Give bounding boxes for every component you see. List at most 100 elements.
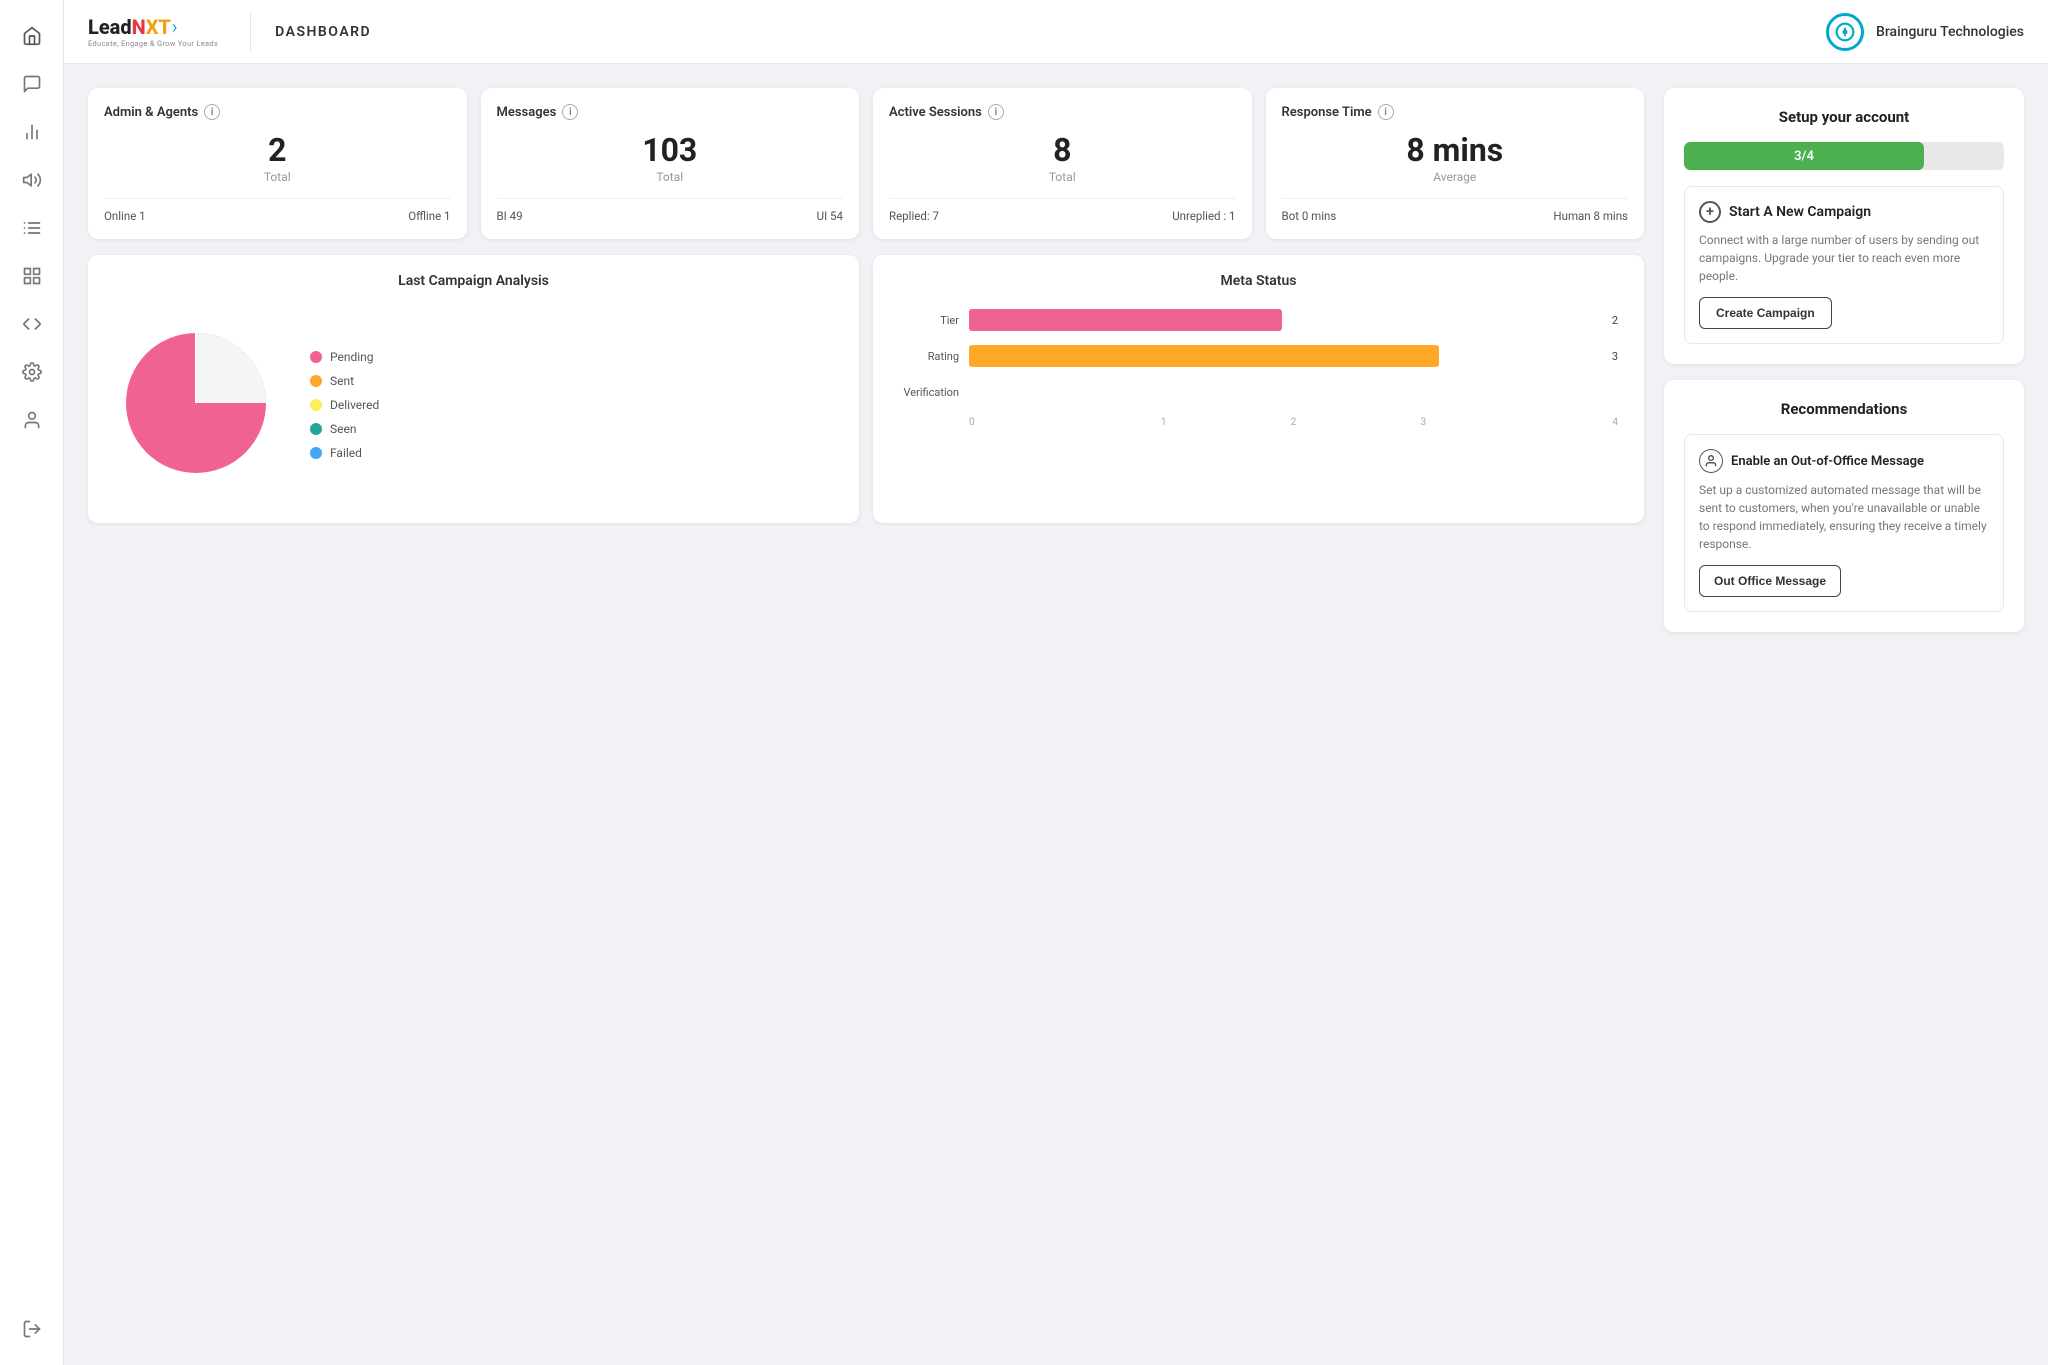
messages-label: Total [497,170,844,184]
messages-footer-left: BI 49 [497,209,523,223]
page-title: DASHBOARD [275,24,371,40]
response-time-label: Average [1282,170,1629,184]
messages-title: Messages [497,105,557,120]
response-time-card: Response Time i 8 mins Average Bot 0 min… [1266,88,1645,239]
axis-2: 2 [1229,417,1359,428]
sidebar-item-analytics[interactable] [12,112,52,152]
legend-seen-label: Seen [330,422,356,436]
bar-fill-tier [969,309,1282,331]
progress-bar-fill: 3/4 [1684,142,1924,170]
progress-bar-track: 3/4 [1684,142,2004,170]
right-panel: Setup your account 3/4 + Start A New Cam… [1664,88,2024,1341]
sidebar-item-widgets[interactable] [12,256,52,296]
bar-value-rating: 3 [1612,350,1618,363]
legend-delivered: Delivered [310,398,379,412]
active-sessions-info-icon[interactable]: i [988,104,1004,120]
legend-sent-label: Sent [330,374,354,388]
messages-number: 103 [497,134,844,166]
response-time-info-icon[interactable]: i [1378,104,1394,120]
bar-chart-container: Tier 2 Rating 3 [891,305,1626,432]
rec-description: Set up a customized automated message th… [1699,481,1989,553]
response-time-title: Response Time [1282,105,1372,120]
response-time-footer-left: Bot 0 mins [1282,209,1337,223]
axis-1: 1 [1099,417,1229,428]
bar-row-verification: Verification [899,381,1618,403]
meta-status-card: Meta Status Tier 2 Rating [873,255,1644,523]
messages-card: Messages i 103 Total BI 49 UI 54 [481,88,860,239]
charts-row: Last Campaign Analysis [88,255,1644,523]
bar-row-tier: Tier 2 [899,309,1618,331]
rec-block-title: Enable an Out-of-Office Message [1731,454,1924,469]
sidebar-item-code[interactable] [12,304,52,344]
active-sessions-title: Active Sessions [889,105,982,120]
admin-agents-label: Total [104,170,451,184]
sidebar-item-list[interactable] [12,208,52,248]
sidebar-item-chat[interactable] [12,64,52,104]
legend-failed-label: Failed [330,446,362,460]
logo: Lead N XT › Educate, Engage & Grow Your … [88,15,218,48]
logo-lead: Lead [88,15,132,39]
logo-arrow: › [172,17,177,38]
campaign-block-title: Start A New Campaign [1729,204,1871,220]
campaign-analysis-card: Last Campaign Analysis [88,255,859,523]
active-sessions-footer-left: Replied: 7 [889,209,939,223]
sidebar-item-logout[interactable] [12,1309,52,1349]
logo-n: N [132,15,146,39]
axis-4: 4 [1488,417,1618,428]
legend-pending-label: Pending [330,350,374,364]
response-time-number: 8 mins [1282,134,1629,166]
messages-footer-right: UI 54 [817,209,843,223]
messages-info-icon[interactable]: i [562,104,578,120]
sidebar-item-profile[interactable] [12,400,52,440]
bar-axis: 0 1 2 3 4 [969,417,1618,428]
pie-container: Pending Sent Delivered [106,305,841,505]
header: Lead N XT › Educate, Engage & Grow Your … [64,0,2048,64]
active-sessions-footer-right: Unreplied : 1 [1172,209,1235,223]
logo-area: Lead N XT › Educate, Engage & Grow Your … [88,15,250,48]
legend-pending: Pending [310,350,379,364]
bar-label-rating: Rating [899,350,959,363]
brand-logo-icon [1826,13,1864,51]
recommendations-card: Recommendations Enable an Out-of-Office … [1664,380,2024,632]
sidebar-item-settings[interactable] [12,352,52,392]
sidebar [0,0,64,1365]
create-campaign-button[interactable]: Create Campaign [1699,297,1832,329]
progress-text: 3/4 [1794,149,1814,164]
recommendations-title: Recommendations [1684,400,2004,418]
response-time-footer-right: Human 8 mins [1553,209,1628,223]
legend-failed: Failed [310,446,379,460]
bar-fill-rating [969,345,1439,367]
pie-legend: Pending Sent Delivered [310,350,379,460]
header-divider [250,12,251,52]
active-sessions-card: Active Sessions i 8 Total Replied: 7 Unr… [873,88,1252,239]
admin-agents-title: Admin & Agents [104,105,198,120]
bar-label-verification: Verification [899,386,959,399]
bar-track-tier [969,309,1596,331]
bar-track-verification [969,381,1602,403]
main-wrapper: Lead N XT › Educate, Engage & Grow Your … [64,0,2048,1365]
rec-person-icon [1699,449,1723,473]
active-sessions-label: Total [889,170,1236,184]
campaign-plus-icon: + [1699,201,1721,223]
axis-3: 3 [1358,417,1488,428]
sidebar-item-campaigns[interactable] [12,160,52,200]
admin-agents-number: 2 [104,134,451,166]
stats-row: Admin & Agents i 2 Total Online 1 Offlin… [88,88,1644,239]
axis-0: 0 [969,417,1099,428]
campaign-description: Connect with a large number of users by … [1699,231,1989,285]
admin-agents-footer-left: Online 1 [104,209,146,223]
bar-value-tier: 2 [1612,314,1618,327]
bar-track-rating [969,345,1596,367]
bar-row-rating: Rating 3 [899,345,1618,367]
legend-delivered-label: Delivered [330,398,379,412]
rec-block: Enable an Out-of-Office Message Set up a… [1684,434,2004,612]
sidebar-item-home[interactable] [12,16,52,56]
admin-agents-info-icon[interactable]: i [204,104,220,120]
out-office-button[interactable]: Out Office Message [1699,565,1841,597]
pie-chart [106,313,286,497]
campaign-analysis-title: Last Campaign Analysis [106,273,841,289]
campaign-block: + Start A New Campaign Connect with a la… [1684,186,2004,344]
meta-status-title: Meta Status [891,273,1626,289]
active-sessions-number: 8 [889,134,1236,166]
legend-seen: Seen [310,422,379,436]
